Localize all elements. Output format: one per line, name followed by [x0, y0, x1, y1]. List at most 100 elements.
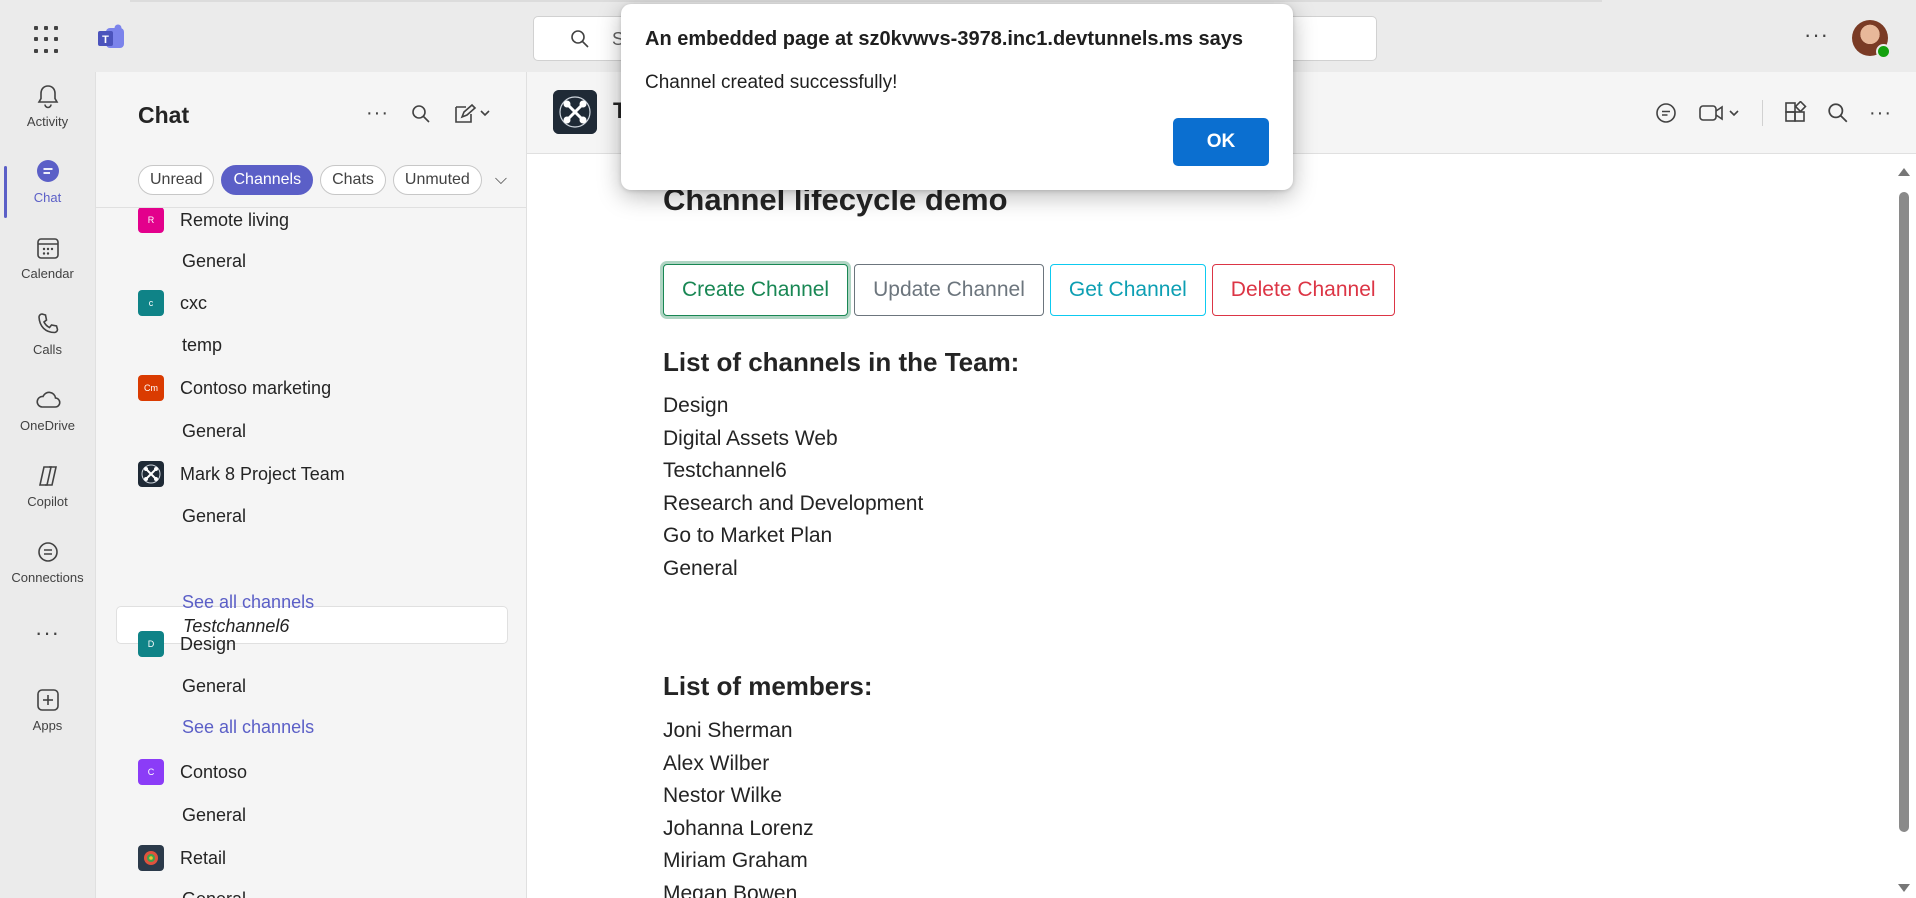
more-icon: ···	[35, 620, 60, 645]
channel-entry: Go to Market Plan	[663, 524, 833, 547]
channel-entry: Research and Development	[663, 491, 924, 515]
pane-title: Chat	[138, 102, 190, 128]
header-actions: ···	[1654, 100, 1892, 126]
team-contoso[interactable]: C Contoso	[138, 757, 247, 787]
apps-icon[interactable]	[1783, 101, 1807, 125]
channel-item[interactable]: General	[182, 501, 246, 531]
video-call-icon[interactable]	[1698, 101, 1742, 125]
connections-icon	[37, 542, 58, 562]
rail-calls[interactable]: Calls	[0, 310, 95, 380]
update-channel-button[interactable]: Update Channel	[854, 264, 1044, 316]
channels-list: Design Digital Assets Web Testchannel6 R…	[663, 390, 923, 585]
members-list: Joni Sherman Alex Wilber Nestor Wilke Jo…	[663, 715, 814, 898]
member-entry: Nestor Wilke	[663, 784, 783, 807]
chat-list-pane: Chat ··· Unread Channels Chats Unmuted ⌵…	[95, 72, 527, 898]
bell-icon	[37, 85, 58, 109]
rail-connections[interactable]: Connections	[0, 538, 95, 608]
alert-dialog: An embedded page at sz0kvwvs-3978.inc1.d…	[621, 4, 1293, 190]
channel-item[interactable]: General	[182, 246, 246, 276]
action-buttons: Create Channel Update Channel Get Channe…	[663, 264, 1395, 316]
ok-button[interactable]: OK	[1173, 118, 1269, 166]
chevron-down-icon[interactable]: ⌵	[495, 165, 507, 195]
channels-heading: List of channels in the Team:	[663, 347, 1020, 377]
new-chat-icon[interactable]	[453, 103, 491, 125]
divider	[1762, 100, 1764, 126]
copilot-icon	[38, 466, 57, 486]
app-launcher-icon[interactable]	[34, 26, 62, 54]
team-avatar: c	[138, 290, 164, 316]
rail-calendar[interactable]: Calendar	[0, 234, 95, 304]
dialog-message: Channel created successfully!	[645, 72, 898, 93]
add-apps-icon	[36, 689, 59, 711]
more-options-icon[interactable]: ···	[1869, 102, 1892, 125]
team-avatar-drone-icon	[138, 461, 164, 487]
filter-chips: Unread Channels Chats Unmuted ⌵	[138, 165, 507, 195]
scroll-down-arrow-icon[interactable]	[1898, 884, 1910, 892]
rail-copilot[interactable]: Copilot	[0, 462, 95, 532]
more-options-icon[interactable]: ···	[1804, 22, 1829, 48]
team-remote-living[interactable]: R Remote living	[138, 208, 289, 235]
see-all-channels-link[interactable]: See all channels	[182, 587, 314, 617]
channel-entry: General	[663, 556, 738, 580]
channel-item[interactable]: General	[182, 884, 246, 898]
channel-entry: Design	[663, 394, 729, 417]
channel-entry: Digital Assets Web	[663, 426, 838, 450]
team-retail[interactable]: Retail	[138, 843, 226, 873]
team-avatar-globe-icon	[138, 845, 164, 871]
team-avatar: R	[138, 208, 164, 233]
search-icon[interactable]	[1827, 102, 1849, 124]
main-content: T ··· Channel lifecycle demo Create Chan…	[527, 72, 1916, 898]
rail-apps[interactable]: Apps	[0, 686, 95, 756]
more-options-icon[interactable]: ···	[366, 102, 389, 125]
team-design[interactable]: D Design	[138, 629, 236, 659]
create-channel-button[interactable]: Create Channel	[663, 264, 849, 316]
team-contoso-marketing[interactable]: Cm Contoso marketing	[138, 373, 331, 403]
chat-bubble-icon[interactable]	[1654, 101, 1678, 125]
user-avatar[interactable]	[1852, 20, 1891, 59]
rail-activity[interactable]: Activity	[0, 82, 95, 152]
calendar-icon	[36, 238, 59, 259]
filter-channels[interactable]: Channels	[221, 165, 314, 195]
scroll-up-arrow-icon[interactable]	[1898, 168, 1910, 176]
content-scrollbar[interactable]	[1898, 162, 1910, 892]
scrollbar-thumb[interactable]	[1899, 192, 1909, 832]
get-channel-button[interactable]: Get Channel	[1049, 264, 1206, 316]
teams-logo-icon: T	[98, 24, 124, 48]
see-all-channels-link[interactable]: See all channels	[182, 712, 314, 742]
team-avatar: D	[138, 631, 164, 657]
filter-chats[interactable]: Chats	[320, 165, 386, 195]
delete-channel-button[interactable]: Delete Channel	[1211, 264, 1395, 316]
member-entry: Alex Wilber	[663, 751, 770, 775]
member-entry: Joni Sherman	[663, 719, 793, 742]
rail-onedrive[interactable]: OneDrive	[0, 386, 95, 456]
svg-text:T: T	[102, 34, 109, 46]
app-drone-icon	[553, 90, 597, 134]
app-rail: Activity Chat Calendar Calls OneDrive Co…	[0, 72, 95, 898]
filter-unread[interactable]: Unread	[138, 165, 215, 195]
cloud-icon	[35, 391, 61, 408]
members-heading: List of members:	[663, 671, 873, 701]
phone-icon	[37, 313, 58, 334]
channel-entry: Testchannel6	[663, 459, 787, 482]
dialog-title: An embedded page at sz0kvwvs-3978.inc1.d…	[645, 28, 1244, 50]
member-entry: Megan Bowen	[663, 881, 798, 898]
member-entry: Johanna Lorenz	[663, 816, 814, 840]
search-icon	[571, 30, 589, 48]
channel-item[interactable]: temp	[182, 330, 222, 360]
channel-item[interactable]: General	[182, 671, 246, 701]
search-icon[interactable]	[411, 104, 431, 124]
team-avatar: C	[138, 759, 164, 785]
filter-unmuted[interactable]: Unmuted	[392, 165, 482, 195]
channel-item[interactable]: General	[182, 800, 246, 830]
chat-icon	[36, 160, 59, 182]
rail-chat[interactable]: Chat	[0, 158, 95, 228]
loading-line	[130, 0, 1602, 2]
team-avatar: Cm	[138, 375, 164, 401]
team-cxc[interactable]: c cxc	[138, 288, 207, 318]
channel-item[interactable]: General	[182, 416, 246, 446]
member-entry: Miriam Graham	[663, 849, 808, 872]
presence-available-icon	[1876, 44, 1891, 59]
pane-actions: ···	[366, 102, 491, 125]
rail-more-apps[interactable]: ···	[0, 620, 95, 650]
team-mark8-project[interactable]: Mark 8 Project Team	[138, 459, 345, 489]
